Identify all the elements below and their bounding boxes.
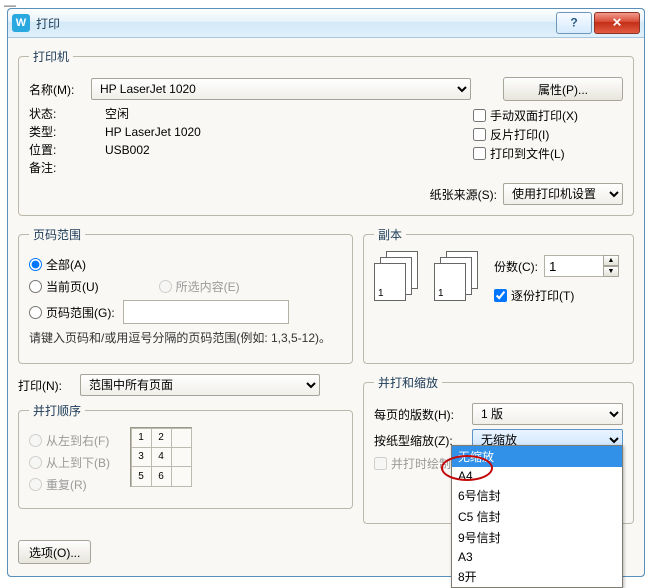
titlebar: W 打印 [8,9,644,38]
range-pages-radio[interactable] [29,306,42,319]
order-ltr-radio [29,434,42,447]
copies-count-input[interactable] [544,255,604,277]
printer-group: 打印机 名称(M): HP LaserJet 1020 属性(P)... 状态:… [18,48,634,216]
where-value: USB002 [105,141,201,159]
options-button[interactable]: 选项(O)... [18,540,91,564]
per-sheet-select[interactable]: 1 版 [472,403,623,425]
print-what-label: 打印(N): [18,377,80,394]
collate-checkbox[interactable]: 逐份打印(T) [494,287,619,304]
reverse-print-checkbox[interactable]: 反片打印(I) [473,126,623,143]
help-button[interactable] [556,12,592,34]
collate-preview-2: 3 2 1 [434,251,482,303]
where-label: 位置: [29,141,91,159]
manual-duplex-input[interactable] [473,109,486,122]
printer-name-select[interactable]: HP LaserJet 1020 [91,78,471,100]
collate-input[interactable] [494,289,507,302]
page-range-group: 页码范围 全部(A) 当前页(U) 所选内容(E) [18,226,353,364]
per-sheet-label: 每页的版数(H): [374,406,472,423]
close-button[interactable] [594,12,640,34]
range-pages-input[interactable] [123,300,289,324]
range-current-radio[interactable] [29,280,42,293]
order-ttb-radio [29,456,42,469]
paper-source-select[interactable]: 使用打印机设置 [503,183,623,205]
range-selection-label: 所选内容(E) [176,278,240,295]
window-title: 打印 [36,15,554,32]
copies-count-label: 份数(C): [494,258,538,275]
print-to-file-checkbox[interactable]: 打印到文件(L) [473,145,623,162]
type-value: HP LaserJet 1020 [105,123,201,141]
collate-preview-1: 3 2 1 [374,251,422,303]
status-label: 状态: [29,105,91,123]
type-label: 类型: [29,123,91,141]
copies-group: 副本 3 2 1 3 2 1 [363,226,634,364]
range-hint: 请键入页码和/或用逗号分隔的页码范围(例如: 1,3,5-12)。 [29,330,342,346]
paper-option-8k[interactable]: 8开 [452,566,622,587]
scaling-group: 并打和缩放 每页的版数(H): 1 版 按纸型缩放(Z): 无缩放 [363,374,634,524]
merge-order-group: 并打顺序 从左到右(F) 从上到下(B) 重复(R) 12 34 56 [18,402,353,509]
print-to-file-input[interactable] [473,147,486,160]
paper-source-label: 纸张来源(S): [430,186,497,203]
range-pages-label: 页码范围(G): [46,304,115,321]
order-preview-icon: 12 34 56 [130,427,192,487]
page-range-legend: 页码范围 [29,226,85,243]
draw-border-checkbox [374,457,387,470]
printer-legend: 打印机 [29,48,73,65]
paper-option-a4[interactable]: A4 [452,467,622,485]
print-dialog: W 打印 打印机 名称(M): HP LaserJet 1020 属性(P)..… [7,8,645,577]
manual-duplex-checkbox[interactable]: 手动双面打印(X) [473,107,623,124]
paper-option-env6[interactable]: 6号信封 [452,485,622,506]
printer-name-label: 名称(M): [29,81,91,98]
range-all-label: 全部(A) [46,256,86,273]
paper-option-env9[interactable]: 9号信封 [452,527,622,548]
copies-spin-down[interactable]: ▼ [603,266,619,277]
paper-option-c5[interactable]: C5 信封 [452,506,622,527]
paper-option-none[interactable]: 无缩放 [452,446,622,467]
copies-legend: 副本 [374,226,406,243]
order-repeat-radio [29,478,42,491]
print-what-select[interactable]: 范围中所有页面 [80,374,320,396]
scaling-legend: 并打和缩放 [374,374,442,391]
by-paper-dropdown-list[interactable]: 无缩放 A4 6号信封 C5 信封 9号信封 A3 8开 [451,445,623,588]
comment-label: 备注: [29,159,91,177]
status-value: 空闲 [105,105,201,123]
merge-order-legend: 并打顺序 [29,402,85,419]
printer-properties-button[interactable]: 属性(P)... [503,77,623,101]
app-icon: W [12,14,30,32]
reverse-print-input[interactable] [473,128,486,141]
paper-option-a3[interactable]: A3 [452,548,622,566]
range-selection-radio [159,280,172,293]
copies-spin-up[interactable]: ▲ [603,255,619,266]
range-all-radio[interactable] [29,258,42,271]
range-current-label: 当前页(U) [46,278,99,295]
